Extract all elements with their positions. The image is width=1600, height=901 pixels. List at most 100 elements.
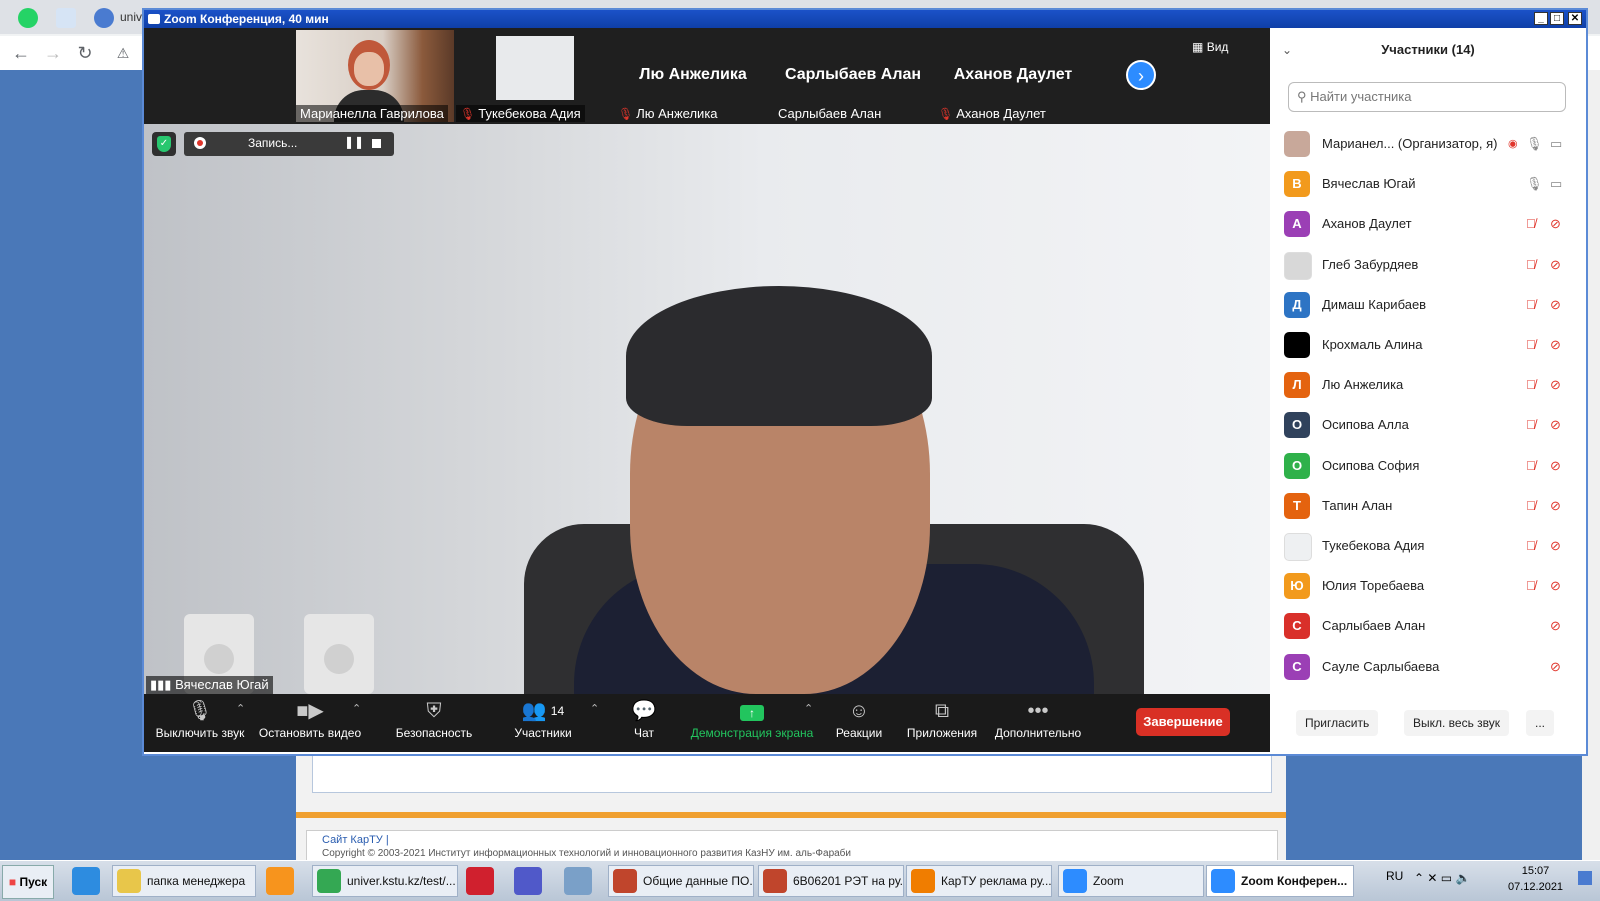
participant-row[interactable]: Марианел... (Организатор, я) 🎙 ◉ ▭: [1284, 124, 1576, 164]
video-options-chevron-icon[interactable]: ⌃: [352, 702, 361, 715]
participant-row[interactable]: С Сауле Сарлыбаева ⊘: [1284, 647, 1576, 687]
participant-search-input[interactable]: ⚲ Найти участника: [1288, 82, 1566, 112]
stop-video-button[interactable]: ■▶ Остановить видео: [258, 696, 362, 750]
recording-bar: Запись... ❚❚: [184, 132, 394, 156]
reactions-button[interactable]: ☺ Реакции: [834, 696, 884, 750]
mic-muted-icon: 🎙: [938, 107, 954, 121]
end-meeting-button[interactable]: Завершение: [1136, 708, 1230, 736]
maximize-button[interactable]: □: [1550, 12, 1564, 25]
participant-thumb[interactable]: 🎙 Тукебекова Адия: [456, 30, 614, 122]
taskbar-item[interactable]: Zoom: [1058, 865, 1204, 897]
participant-row[interactable]: Крохмаль Алина 🎙̸ ⊘: [1284, 325, 1576, 365]
mute-button[interactable]: 🎙 Выключить звук: [154, 696, 246, 750]
more-dots-icon: •••: [1027, 700, 1049, 722]
share-options-chevron-icon[interactable]: ⌃: [804, 702, 813, 715]
whatsapp-tab-icon[interactable]: [18, 8, 38, 28]
microphone-icon: 🎙: [1526, 136, 1543, 151]
calculator-icon[interactable]: [564, 867, 592, 895]
close-button[interactable]: ✕: [1568, 12, 1582, 25]
taskbar: ■ Пуск папка менеджера univer.kstu.kz/tes…: [0, 860, 1600, 901]
view-button[interactable]: ▦ Вид: [1192, 40, 1228, 54]
thumb-name: 🎙 Аханов Даулет: [938, 106, 1046, 121]
reaction-smiley-icon: ☺: [848, 700, 870, 722]
participant-row[interactable]: Тукебекова Адия 🎙̸ ⊘: [1284, 526, 1576, 566]
participant-name: Лю Анжелика: [1322, 377, 1404, 393]
taskbar-item[interactable]: Общие данные ПО...: [608, 865, 754, 897]
participant-row[interactable]: Л Лю Анжелика 🎙̸ ⊘: [1284, 365, 1576, 405]
mic-muted-icon: 🎙̸: [1526, 578, 1536, 594]
mic-muted-icon: 🎙̸: [1526, 377, 1536, 393]
reload-icon[interactable]: ↻: [74, 42, 96, 64]
participant-name: Осипова София: [1322, 457, 1420, 473]
participant-row[interactable]: Т Тапин Алан 🎙̸ ⊘: [1284, 486, 1576, 526]
stop-recording-icon[interactable]: [372, 139, 381, 148]
teams-icon[interactable]: [514, 867, 542, 895]
participant-name: Димаш Карибаев: [1322, 296, 1427, 312]
collapse-chevron-icon[interactable]: ⌄: [1282, 28, 1292, 72]
show-desktop-icon[interactable]: [1578, 871, 1592, 885]
avatar: Т: [1284, 492, 1310, 519]
start-button[interactable]: ■ Пуск: [2, 865, 54, 899]
taskbar-item[interactable]: 6B06201 РЭТ на ру...: [758, 865, 904, 897]
encryption-shield[interactable]: ✓: [152, 132, 176, 156]
panel-more-button[interactable]: ...: [1526, 710, 1555, 736]
participant-thumb[interactable]: Сарлыбаев Алан Сарлыбаев Алан: [774, 30, 932, 122]
participant-row[interactable]: С Сарлыбаев Алан ⊘: [1284, 606, 1576, 646]
participants-options-chevron-icon[interactable]: ⌃: [590, 702, 599, 715]
signal-icon: ▮▮▮: [150, 677, 172, 692]
taskbar-item[interactable]: Zoom Конферен...: [1206, 865, 1354, 897]
active-speaker-label: ▮▮▮ Вячеслав Югай: [146, 676, 273, 694]
opera-icon[interactable]: [466, 867, 494, 895]
internet-explorer-icon[interactable]: [72, 867, 100, 895]
pause-recording-icon[interactable]: ❚❚: [344, 135, 364, 149]
taskbar-item-label: Zoom Конферен...: [1241, 874, 1348, 888]
tab-title[interactable]: univ: [120, 10, 142, 24]
participant-row[interactable]: О Осипова София 🎙̸ ⊘: [1284, 446, 1576, 486]
minimize-button[interactable]: _: [1534, 12, 1548, 25]
mute-all-button[interactable]: Выкл. весь звук: [1404, 710, 1510, 736]
audio-options-chevron-icon[interactable]: ⌃: [236, 702, 245, 715]
avatar: О: [1284, 412, 1310, 439]
univer-tab-icon[interactable]: [94, 8, 114, 28]
taskbar-item[interactable]: КарТУ реклама ру...: [906, 865, 1052, 897]
tab-icon[interactable]: [56, 8, 76, 28]
participants-button[interactable]: 👥 14 Участники: [510, 696, 576, 750]
taskbar-item[interactable]: папка менеджера: [112, 865, 256, 897]
participant-row[interactable]: В Вячеслав Югай 🎙 ▭: [1284, 164, 1576, 204]
footer-link[interactable]: Сайт КарТУ |: [322, 834, 389, 846]
app-icon: [911, 869, 935, 893]
taskbar-item-label: 6B06201 РЭТ на ру...: [793, 874, 904, 888]
apps-button[interactable]: ⧉ Приложения: [906, 696, 978, 750]
participant-name: Аханов Даулет: [1322, 216, 1412, 232]
zoom-titlebar: Zoom Конференция, 40 мин _ □ ✕: [144, 10, 1586, 28]
participant-row[interactable]: А Аханов Даулет 🎙̸ ⊘: [1284, 204, 1576, 244]
tray-icons[interactable]: ⌃ ✕ ▭ 🔈: [1414, 871, 1470, 885]
taskbar-item[interactable]: univer.kstu.kz/test/...: [312, 865, 458, 897]
thumb-big-name: Лю Анжелика: [639, 66, 747, 83]
participant-thumb[interactable]: Марианелла Гаврилова: [296, 30, 454, 122]
camera-off-icon: ⊘: [1550, 417, 1561, 433]
avatar: [1284, 251, 1312, 280]
avatar: Д: [1284, 291, 1310, 318]
zoom-window: Zoom Конференция, 40 мин _ □ ✕ Марианелл…: [142, 8, 1588, 756]
more-button[interactable]: ••• Дополнительно: [994, 696, 1082, 750]
participant-row[interactable]: Ю Юлия Торебаева 🎙̸ ⊘: [1284, 566, 1576, 606]
language-indicator[interactable]: RU: [1386, 869, 1403, 883]
warning-icon[interactable]: ⚠: [112, 42, 134, 64]
participant-thumb[interactable]: Аханов Даулет 🎙 Аханов Даулет: [934, 30, 1092, 122]
chat-button[interactable]: 💬 Чат: [624, 696, 664, 750]
forward-icon[interactable]: →: [42, 42, 64, 64]
clock[interactable]: 15:07 07.12.2021: [1508, 863, 1563, 895]
participant-row[interactable]: Д Димаш Карибаев 🎙̸ ⊘: [1284, 285, 1576, 325]
media-player-icon[interactable]: [266, 867, 294, 895]
share-screen-button[interactable]: ↑ Демонстрация экрана: [690, 696, 814, 750]
back-icon[interactable]: ←: [10, 42, 32, 64]
participant-row[interactable]: О Осипова Алла 🎙̸ ⊘: [1284, 405, 1576, 445]
mic-muted-icon: 🎙̸: [1526, 417, 1536, 433]
next-page-button[interactable]: ›: [1126, 60, 1156, 90]
security-button[interactable]: ⛨ Безопасность: [394, 696, 474, 750]
thumb-name: 🎙 Тукебекова Адия: [456, 105, 585, 122]
invite-button[interactable]: Пригласить: [1296, 710, 1379, 736]
participant-thumb[interactable]: Лю Анжелика 🎙 Лю Анжелика: [614, 30, 772, 122]
participant-row[interactable]: Глеб Забурдяев 🎙̸ ⊘: [1284, 245, 1576, 285]
